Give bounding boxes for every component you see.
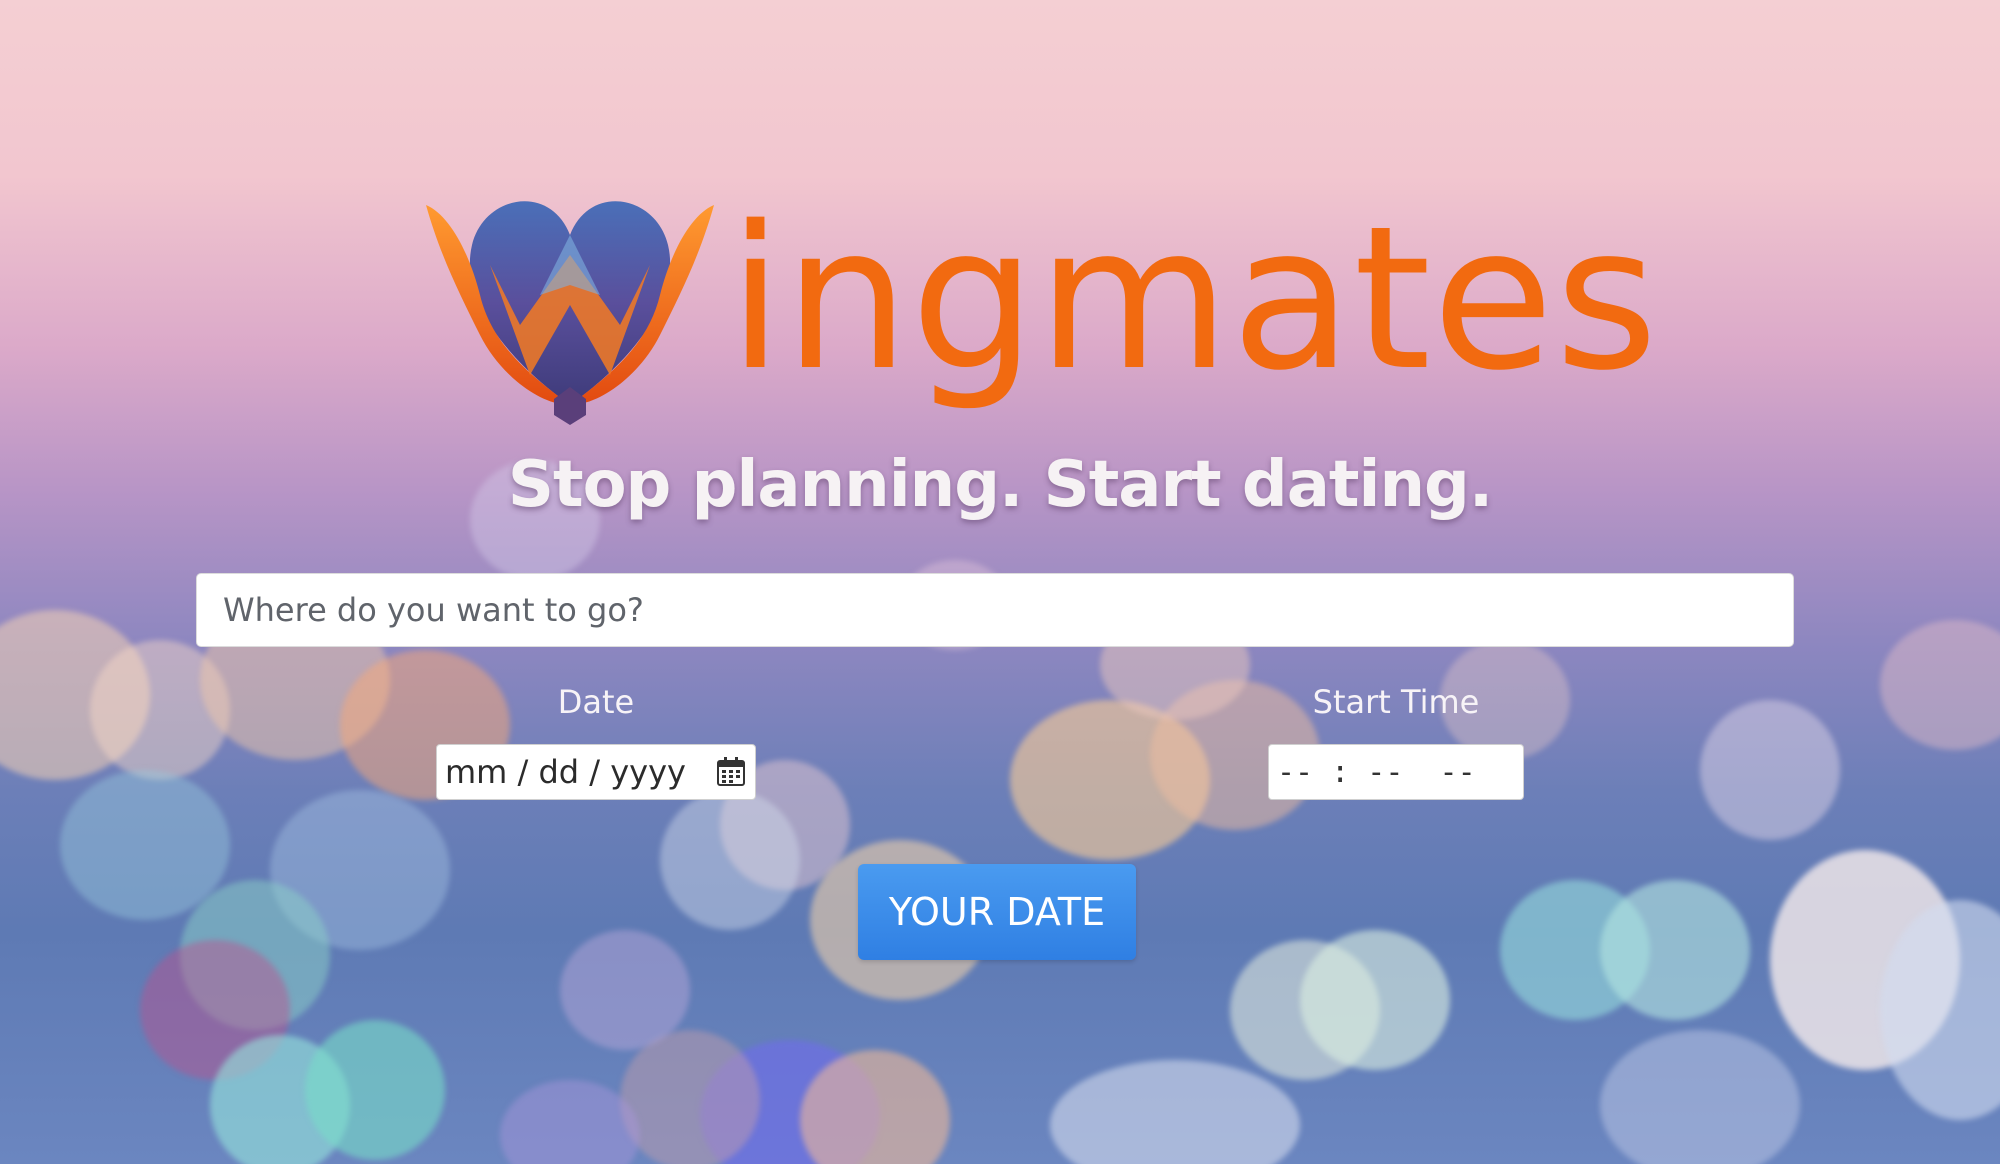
your-date-button[interactable]: YOUR DATE	[858, 864, 1136, 960]
start-time-input[interactable]: -- : -- --	[1268, 744, 1524, 800]
date-label: Date	[557, 683, 635, 721]
brand-wordmark: ingmates	[728, 183, 1660, 414]
calendar-icon[interactable]	[715, 756, 747, 788]
winged-heart-logo-icon	[426, 201, 714, 425]
time-placeholder: -- : -- --	[1277, 754, 1476, 790]
date-picker-input[interactable]: mm / dd / yyyy	[436, 744, 756, 800]
hero-tagline: Stop planning. Start dating.	[507, 448, 1493, 522]
landing-page: ingmates Stop planning. Start dating. Da…	[0, 0, 2000, 1164]
date-placeholder: mm / dd / yyyy	[445, 753, 686, 791]
start-time-label: Start Time	[1312, 683, 1480, 721]
destination-search-input[interactable]	[196, 573, 1794, 647]
